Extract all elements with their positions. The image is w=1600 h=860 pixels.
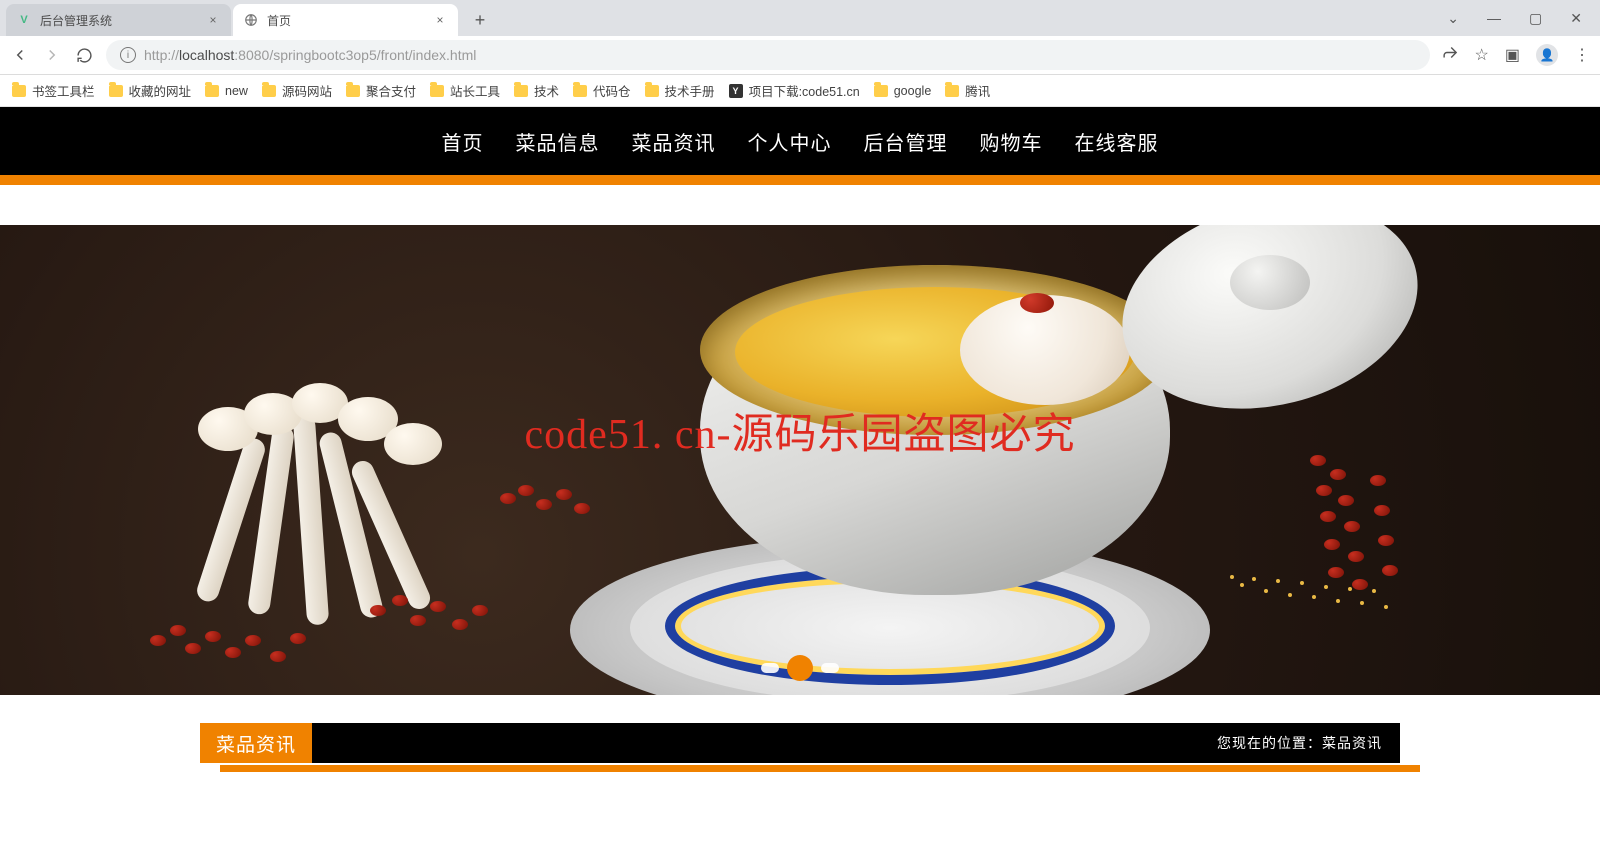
folder-icon <box>262 85 276 97</box>
carousel-indicators <box>761 655 839 681</box>
tab-title-0: 后台管理系统 <box>40 12 205 29</box>
tab-title-1: 首页 <box>267 12 432 29</box>
breadcrumb: 您现在的位置：菜品资讯 <box>1217 733 1382 753</box>
chevron-down-icon[interactable]: ⌄ <box>1447 10 1459 27</box>
bookmark-item[interactable]: google <box>874 84 932 98</box>
nav-support[interactable]: 在线客服 <box>1075 127 1159 156</box>
extension-icon: Y <box>729 84 743 98</box>
nav-news[interactable]: 菜品资讯 <box>632 127 716 156</box>
favicon-1 <box>243 12 259 28</box>
bookmark-item[interactable]: 源码网站 <box>262 81 332 100</box>
folder-icon <box>645 85 659 97</box>
page-body: 首页 菜品信息 菜品资讯 个人中心 后台管理 购物车 在线客服 <box>0 107 1600 860</box>
section-bar: 菜品资讯 您现在的位置：菜品资讯 <box>200 723 1400 763</box>
url-text: http://localhost:8080/springbootc3op5/fr… <box>144 47 476 63</box>
hero-carousel[interactable]: code51. cn-源码乐园盗图必究 <box>0 225 1600 695</box>
carousel-dot-2[interactable] <box>821 663 839 673</box>
new-tab-button[interactable]: + <box>466 6 494 34</box>
accent-strip <box>0 175 1600 185</box>
browser-tab-1[interactable]: 首页 × <box>233 4 458 36</box>
back-button[interactable] <box>10 45 30 65</box>
folder-icon <box>430 85 444 97</box>
bookmark-item[interactable]: 聚合支付 <box>346 81 416 100</box>
bookmark-item[interactable]: 站长工具 <box>430 81 500 100</box>
goji-cluster <box>370 595 550 655</box>
folder-icon <box>346 85 360 97</box>
extensions-icon[interactable]: ▣ <box>1505 45 1520 65</box>
folder-icon <box>205 85 219 97</box>
bookmark-item[interactable]: 收藏的网址 <box>109 81 192 100</box>
grain-cluster <box>1230 575 1480 695</box>
bookmark-item[interactable]: 技术手册 <box>645 81 715 100</box>
folder-icon <box>109 85 123 97</box>
section-underline <box>220 765 1420 772</box>
folder-icon <box>514 85 528 97</box>
breadcrumb-current[interactable]: 菜品资讯 <box>1322 735 1382 751</box>
carousel-dot-0[interactable] <box>761 663 779 673</box>
nav-profile[interactable]: 个人中心 <box>748 127 832 156</box>
folder-icon <box>573 85 587 97</box>
close-icon[interactable]: × <box>432 12 448 28</box>
bookmark-item[interactable]: 技术 <box>514 81 559 100</box>
nav-admin[interactable]: 后台管理 <box>864 127 948 156</box>
site-info-icon[interactable]: i <box>120 47 136 63</box>
bookmarks-bar: 书签工具栏 收藏的网址 new 源码网站 聚合支付 站长工具 技术 代码仓 技术… <box>0 75 1600 107</box>
nav-cart[interactable]: 购物车 <box>980 127 1043 156</box>
url-bar[interactable]: i http://localhost:8080/springbootc3op5/… <box>106 40 1430 70</box>
main-nav: 首页 菜品信息 菜品资讯 个人中心 后台管理 购物车 在线客服 <box>0 107 1600 175</box>
browser-tab-0[interactable]: V 后台管理系统 × <box>6 4 231 36</box>
watermark-text: code51. cn-源码乐园盗图必究 <box>525 400 1076 461</box>
goji-cluster <box>500 485 620 535</box>
goji-berry <box>1020 293 1054 313</box>
section-header: 菜品资讯 您现在的位置：菜品资讯 <box>200 723 1400 772</box>
window-controls: ⌄ — ▢ ✕ <box>1447 0 1600 36</box>
carousel-dot-1[interactable] <box>787 655 813 681</box>
bookmark-item[interactable]: 书签工具栏 <box>12 81 95 100</box>
browser-tab-strip: V 后台管理系统 × 首页 × + ⌄ — ▢ ✕ <box>0 0 1600 36</box>
breadcrumb-prefix: 您现在的位置： <box>1217 735 1322 751</box>
bookmark-item[interactable]: Y项目下载:code51.cn <box>729 81 860 100</box>
minimize-icon[interactable]: — <box>1487 10 1501 26</box>
bookmark-item[interactable]: 代码仓 <box>573 81 631 100</box>
close-icon[interactable]: × <box>205 12 221 28</box>
browser-toolbar: i http://localhost:8080/springbootc3op5/… <box>0 36 1600 75</box>
menu-icon[interactable]: ⋮ <box>1574 45 1590 65</box>
maximize-icon[interactable]: ▢ <box>1529 10 1542 27</box>
favicon-0: V <box>16 12 32 28</box>
forward-button[interactable] <box>42 45 62 65</box>
folder-icon <box>945 85 959 97</box>
folder-icon <box>12 85 26 97</box>
bookmark-star-icon[interactable]: ☆ <box>1475 45 1489 65</box>
section-tag: 菜品资讯 <box>200 723 312 763</box>
bookmark-item[interactable]: 腾讯 <box>945 81 990 100</box>
reload-button[interactable] <box>74 45 94 65</box>
hero-lid-knob <box>1230 255 1310 310</box>
goji-cluster <box>150 625 350 685</box>
bookmark-item[interactable]: new <box>205 84 248 98</box>
folder-icon <box>874 85 888 97</box>
profile-avatar[interactable]: 👤 <box>1536 44 1558 66</box>
close-window-icon[interactable]: ✕ <box>1570 10 1582 27</box>
nav-home[interactable]: 首页 <box>442 127 484 156</box>
share-icon[interactable] <box>1442 44 1459 66</box>
nav-dishes[interactable]: 菜品信息 <box>516 127 600 156</box>
